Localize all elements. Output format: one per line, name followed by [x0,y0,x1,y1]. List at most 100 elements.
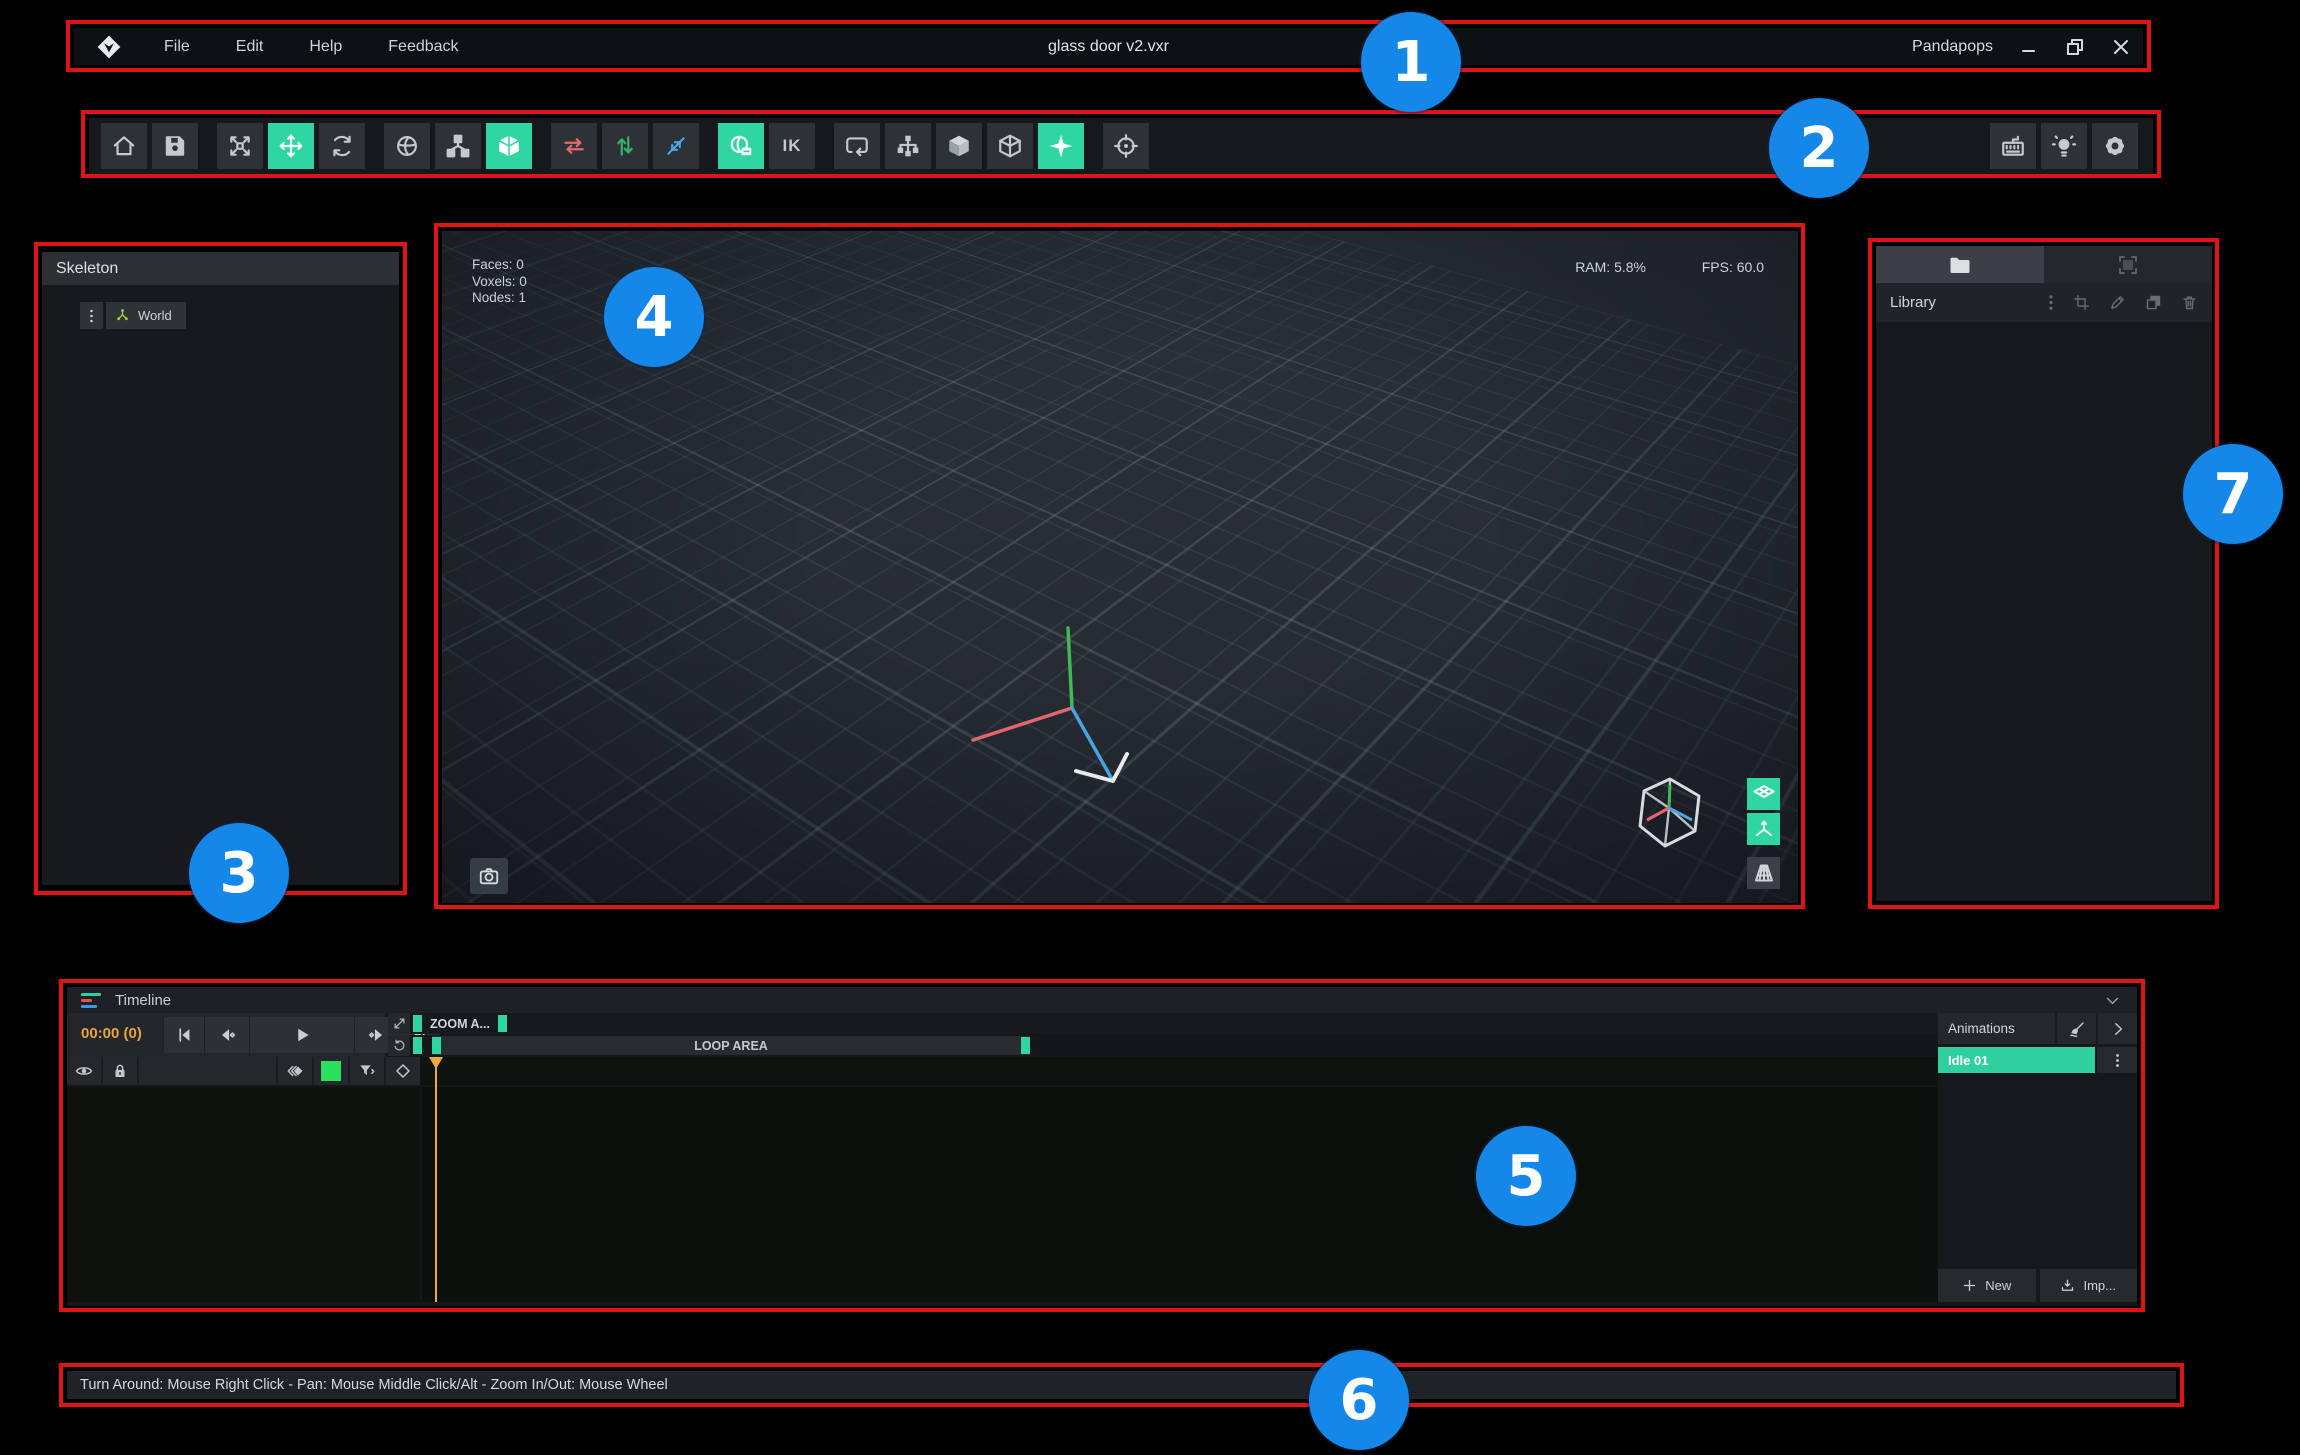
zoom-handle-right[interactable] [498,1015,507,1032]
loop-handle-left[interactable] [432,1037,441,1054]
mirror-x-button[interactable] [551,123,597,169]
mouse-hint-text: Turn Around: Mouse Right Click - Pan: Mo… [80,1377,668,1393]
skeleton-node-world[interactable]: World [106,302,186,329]
restore-icon [2065,37,2085,57]
loop-area-bar[interactable]: LOOP AREA [432,1036,1030,1055]
minimize-button[interactable] [2019,37,2039,57]
hierarchy-icon [895,133,921,159]
mirror-z-button[interactable] [653,123,699,169]
perspective-grid-icon [1752,861,1776,885]
cube-mode-button[interactable] [486,123,532,169]
effects-button[interactable] [1038,123,1084,169]
hierarchy-button[interactable] [885,123,931,169]
frame-ruler[interactable] [420,1057,1938,1085]
grid-toggle-button[interactable] [1747,778,1780,810]
loop-toggle-button[interactable] [388,1035,410,1056]
expand-animations-button[interactable] [2096,1013,2137,1044]
import-icon [2060,1278,2075,1293]
cube-solid-view-button[interactable] [936,123,982,169]
shortcuts-button[interactable] [1990,123,2036,169]
prev-keyframe-button[interactable] [204,1017,249,1053]
node-options-button[interactable] [80,302,103,329]
axis-toggle-button[interactable] [1747,813,1780,845]
animation-options-button[interactable] [2097,1047,2137,1073]
menu-feedback[interactable]: Feedback [388,38,458,56]
target-button[interactable] [1103,123,1149,169]
tab-library-folder[interactable] [1876,246,2044,283]
camera-icon [478,865,500,887]
axis-tripod-icon [1752,817,1776,841]
new-animation-button[interactable]: New [1938,1269,2036,1302]
close-icon [2111,37,2131,57]
trash-icon[interactable] [2181,294,2198,311]
loop-handle-right[interactable] [1021,1037,1030,1054]
zoom-handle-left[interactable] [413,1015,422,1032]
lock-button[interactable] [103,1057,139,1085]
app-window: File Edit Help Feedback glass door v2.vx… [0,0,2300,1455]
rotate-tool-button[interactable] [319,123,365,169]
onion-skin-button[interactable] [278,1057,314,1085]
filter-button[interactable] [350,1057,386,1085]
scale-tool-button[interactable] [217,123,263,169]
clean-animations-button[interactable] [2055,1013,2096,1044]
library-kebab-icon[interactable] [2048,294,2054,311]
play-button[interactable] [249,1017,354,1053]
new-animation-label: New [1985,1278,2011,1293]
fps-indicator: FPS: 60.0 [1702,259,1764,275]
mirror-z-icon [663,133,689,159]
loop-start-handle[interactable] [413,1037,422,1054]
save-button[interactable] [152,123,198,169]
annotation-badge-6: 6 [1309,1350,1409,1450]
prev-keyframe-icon [217,1025,237,1045]
mirror-y-button[interactable] [602,123,648,169]
restore-button[interactable] [2065,37,2085,57]
animation-name[interactable]: Idle 01 [1938,1047,2095,1073]
stat-voxels: Voxels: 0 [472,274,527,291]
world-mode-button[interactable] [384,123,430,169]
skip-start-button[interactable] [163,1017,204,1053]
filter-funnel-icon [358,1062,376,1080]
cube-wireframe-view-button[interactable] [987,123,1033,169]
stat-nodes: Nodes: 1 [472,290,527,307]
gear-icon [2102,133,2128,159]
collapse-chevron-icon[interactable] [2104,992,2121,1009]
scene-graph-button[interactable] [435,123,481,169]
loop-icon [392,1038,407,1053]
playhead[interactable] [429,1057,444,1302]
move-icon [278,133,304,159]
perspective-toggle-button[interactable] [1747,857,1780,889]
import-animation-button[interactable]: Imp... [2040,1269,2138,1302]
scene-graph-icon [445,133,471,159]
plus-icon [1962,1278,1977,1293]
settings-button[interactable] [2092,123,2138,169]
navigation-cube[interactable] [1637,776,1707,851]
home-button[interactable] [101,123,147,169]
animation-list-item[interactable]: Idle 01 [1938,1047,2137,1073]
keyframe-grid-area[interactable] [422,1087,1938,1302]
menu-file[interactable]: File [164,38,190,56]
move-tool-button[interactable] [268,123,314,169]
animations-title: Animations [1948,1021,2015,1036]
menu-edit[interactable]: Edit [236,38,264,56]
node-label: World [138,308,172,323]
animator-mode-button[interactable] [718,123,764,169]
loop-rotate-button[interactable] [834,123,880,169]
duplicate-icon[interactable] [2145,294,2162,311]
ik-label: IK [783,136,802,156]
crop-icon[interactable] [2073,294,2090,311]
close-button[interactable] [2111,37,2131,57]
folder-icon [1948,253,1972,277]
screenshot-button[interactable] [470,858,508,894]
edit-pencil-icon[interactable] [2109,294,2126,311]
keyframe-shape-button[interactable] [386,1057,420,1085]
zoom-range-button[interactable] [388,1013,410,1034]
menu-help[interactable]: Help [309,38,342,56]
tab-library-selection[interactable] [2044,246,2212,283]
library-panel: Library [1876,246,2212,901]
visibility-button[interactable] [67,1057,103,1085]
tips-button[interactable] [2041,123,2087,169]
globe-box-icon [728,133,754,159]
menu-items: File Edit Help Feedback [164,38,459,56]
ik-button[interactable]: IK [769,123,815,169]
color-swatch-button[interactable] [314,1057,350,1085]
